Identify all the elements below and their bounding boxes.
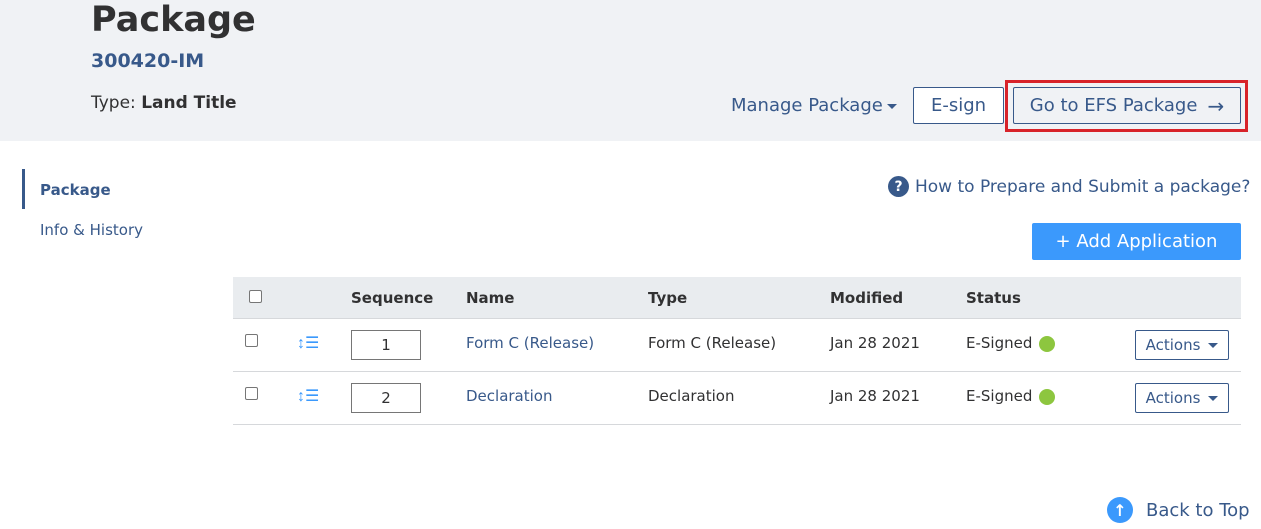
application-type: Form C (Release) [648, 334, 777, 352]
add-application-button[interactable]: + Add Application [1032, 223, 1241, 260]
type-label: Type: [91, 93, 136, 113]
back-to-top-link[interactable]: ↑ Back to Top [1107, 497, 1250, 523]
table-row: ↕☰ 1 Form C (Release) Form C (Release) J… [233, 319, 1241, 372]
package-type: Type: Land Title [91, 93, 237, 113]
esign-button[interactable]: E-sign [913, 87, 1004, 124]
modified-date: Jan 28 2021 [830, 387, 920, 405]
row-checkbox[interactable] [245, 334, 258, 347]
caret-down-icon [1208, 342, 1219, 348]
applications-table: Sequence Name Type Modified Status ↕☰ 1 … [233, 277, 1241, 425]
column-header-status: Status [966, 289, 1021, 307]
sequence-input[interactable]: 1 [351, 330, 421, 360]
actions-label: Actions [1145, 336, 1201, 354]
column-header-name: Name [466, 289, 515, 307]
help-label: How to Prepare and Submit a package? [915, 176, 1251, 197]
status-dot-icon [1039, 388, 1056, 405]
caret-down-icon [1208, 395, 1219, 401]
manage-package-label: Manage Package [731, 95, 883, 116]
column-header-modified: Modified [830, 289, 904, 307]
status-text: E-Signed [966, 334, 1033, 352]
application-name-link[interactable]: Declaration [466, 387, 552, 405]
status-dot-icon [1039, 335, 1056, 352]
modified-date: Jan 28 2021 [830, 334, 920, 352]
status: E-Signed [966, 334, 1056, 352]
status-text: E-Signed [966, 387, 1033, 405]
sequence-input[interactable]: 2 [351, 383, 421, 413]
back-to-top-label: Back to Top [1146, 499, 1250, 521]
column-header-sequence: Sequence [351, 289, 434, 307]
question-circle-icon: ? [888, 176, 909, 197]
actions-dropdown[interactable]: Actions [1135, 330, 1229, 360]
application-name-link[interactable]: Form C (Release) [466, 334, 594, 352]
page-title: Package [91, 0, 256, 40]
select-all-checkbox[interactable] [249, 290, 262, 303]
reorder-handle-icon[interactable]: ↕☰ [297, 333, 319, 353]
status: E-Signed [966, 387, 1056, 405]
manage-package-dropdown[interactable]: Manage Package [731, 95, 897, 116]
page-header: Package 300420-IM Type: Land Title Manag… [0, 0, 1261, 141]
application-type: Declaration [648, 387, 735, 405]
type-value: Land Title [141, 93, 237, 113]
highlight-box [1005, 80, 1248, 132]
actions-dropdown[interactable]: Actions [1135, 383, 1229, 413]
table-header: Sequence Name Type Modified Status [233, 277, 1241, 319]
caret-down-icon [886, 103, 897, 109]
actions-label: Actions [1145, 389, 1201, 407]
sidebar-item-info-history[interactable]: Info & History [40, 221, 143, 239]
help-link[interactable]: ? How to Prepare and Submit a package? [888, 176, 1250, 197]
esign-label: E-sign [930, 95, 987, 116]
reorder-handle-icon[interactable]: ↕☰ [297, 386, 319, 406]
sidebar-active-indicator [22, 169, 25, 209]
sidebar-item-package[interactable]: Package [40, 181, 111, 199]
table-row: ↕☰ 2 Declaration Declaration Jan 28 2021… [233, 372, 1241, 425]
arrow-up-circle-icon: ↑ [1107, 497, 1133, 523]
package-number: 300420-IM [91, 50, 205, 72]
column-header-type: Type [648, 289, 688, 307]
row-checkbox[interactable] [245, 387, 258, 400]
